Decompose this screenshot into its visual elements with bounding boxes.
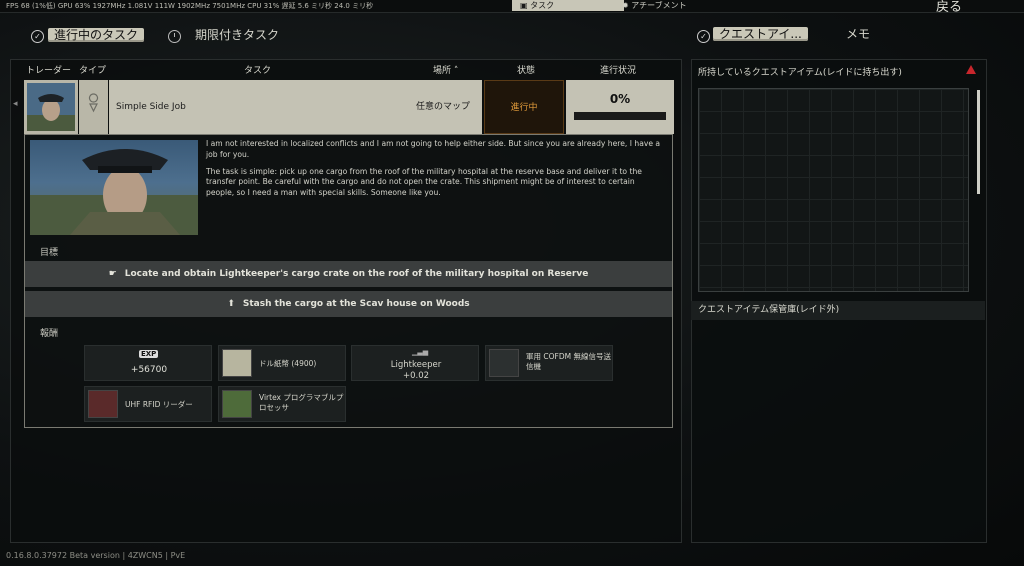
reward-item[interactable]: 軍用 COFDM 無線信号送信機 (485, 345, 613, 381)
column-location[interactable]: 場所 ˄ (433, 65, 458, 77)
subtab-timed-tasks[interactable]: 期限付きタスク (195, 26, 279, 45)
reward-item-name: UHF RFID リーダー (125, 400, 193, 409)
progress-percent: 0% (609, 92, 631, 106)
version-text: 0.16.8.0.37972 Beta version | 4ZWCN5 | P… (6, 551, 186, 560)
tab-tasks[interactable]: ▣ タスク (512, 0, 624, 11)
subtab-notes[interactable]: メモ (846, 25, 870, 44)
objective-text: Stash the cargo at the Scav house on Woo… (242, 299, 470, 309)
tab-achievements[interactable]: ✹ アチーブメント (614, 0, 730, 11)
task-progress-cell: 0% (566, 80, 674, 134)
reputation-icon: ▁▃▅ (412, 348, 429, 356)
rewards-title: 報酬 (40, 329, 59, 339)
processor-icon (222, 390, 252, 418)
trader-portrait-icon (27, 83, 75, 131)
task-location: 任意のマップ (404, 80, 482, 134)
trader-avatar (24, 80, 78, 134)
objective-row: ⬆ Stash the cargo at the Scav house on Wo… (25, 291, 672, 317)
reward-item[interactable]: Virtex プログラマブルプロセッサ (218, 386, 346, 422)
objective-text: Locate and obtain Lightkeeper's cargo cr… (124, 269, 589, 279)
task-row[interactable]: Simple Side Job 任意のマップ 進行中 0% (24, 80, 674, 134)
column-task[interactable]: タスク (244, 65, 271, 77)
reward-item-name: ドル紙幣 (4900) (259, 359, 317, 368)
tasks-icon: ▣ (520, 1, 531, 10)
column-location-label: 場所 (433, 66, 452, 76)
tab-tasks-label: タスク (530, 1, 555, 10)
reputation-value: +0.02 (402, 371, 430, 381)
quest-stash-title: クエストアイテム保管庫(レイド外) (691, 301, 985, 320)
task-description: I am not interested in localized conflic… (206, 139, 664, 205)
column-status[interactable]: 状態 (517, 65, 535, 77)
check-icon: ✓ (697, 30, 710, 43)
scrollbar-thumb[interactable] (977, 90, 980, 194)
hand-icon: ☛ (108, 269, 117, 279)
subtab-quest-items-label: クエストアイ... (713, 27, 808, 41)
trader-portrait-image (30, 149, 198, 235)
task-type-cell (79, 80, 108, 134)
reputation-trader: Lightkeeper (390, 360, 442, 370)
back-button[interactable]: 戻る (936, 0, 962, 15)
task-name: Simple Side Job (109, 80, 423, 134)
transmitter-icon (489, 349, 519, 377)
column-trader[interactable]: トレーダー (26, 65, 71, 77)
reward-item[interactable]: ドル紙幣 (4900) (218, 345, 346, 381)
column-progress[interactable]: 進行状況 (600, 65, 636, 77)
task-status: 進行中 (484, 80, 564, 134)
objective-row: ☛ Locate and obtain Lightkeeper's cargo c… (25, 261, 672, 287)
tab-achievements-label: アチーブメント (631, 1, 687, 10)
warning-icon[interactable] (966, 65, 976, 74)
description-paragraph: The task is simple: pick up one cargo fr… (206, 166, 642, 198)
sort-asc-icon: ˄ (451, 66, 459, 76)
check-icon: ✓ (31, 30, 44, 43)
objectives-title: 目標 (40, 248, 59, 258)
reward-reputation: ▁▃▅ Lightkeeper +0.02 (351, 345, 479, 381)
reward-item-name: 軍用 COFDM 無線信号送信機 (526, 352, 611, 371)
expand-arrow-icon[interactable]: ◂ (13, 99, 18, 109)
exp-badge: EXP (139, 350, 159, 358)
reward-item-name: Virtex プログラマブルプロセッサ (259, 393, 344, 412)
reward-exp: EXP +56700 (84, 345, 212, 381)
description-paragraph: I am not interested in localized conflic… (206, 139, 661, 159)
reward-item[interactable]: UHF RFID リーダー (84, 386, 212, 422)
subtab-active-tasks-label: 進行中のタスク (48, 28, 145, 42)
clock-icon (168, 30, 181, 43)
trader-portrait (30, 140, 198, 235)
gear-icon: ✹ (622, 1, 632, 10)
exp-value: +56700 (130, 365, 168, 375)
performance-overlay: FPS 68 (1%低) GPU 63% 1927MHz 1.081V 111W… (6, 2, 374, 10)
quest-items-title: 所持しているクエストアイテム(レイドに持ち出す) (698, 68, 902, 78)
subtab-active-tasks[interactable]: 進行中のタスク (48, 26, 145, 45)
arrow-up-icon: ⬆ (227, 299, 235, 309)
progress-bar (574, 112, 666, 120)
dollar-bills-icon (222, 349, 252, 377)
quest-items-grid[interactable] (698, 88, 969, 292)
rfid-reader-icon (88, 390, 118, 418)
subtab-quest-items[interactable]: クエストアイ... (713, 25, 808, 44)
column-type[interactable]: タイプ (79, 65, 106, 77)
location-pin-icon (88, 93, 99, 113)
